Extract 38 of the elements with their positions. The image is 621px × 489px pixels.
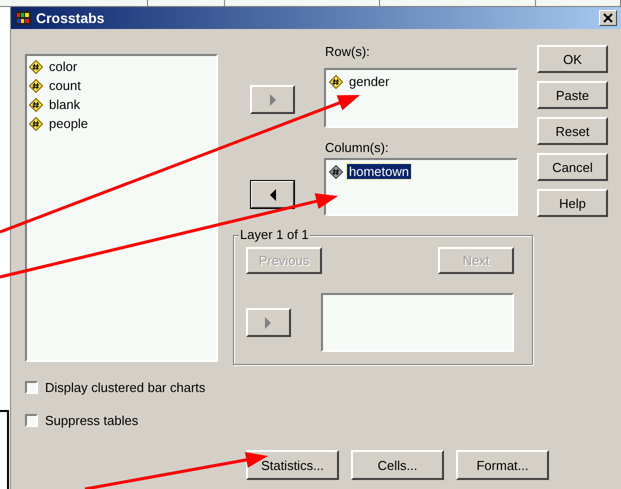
move-button[interactable] xyxy=(250,180,295,209)
columns-label: Column(s): xyxy=(325,139,390,157)
numeric-variable-icon xyxy=(29,98,43,112)
columns-list[interactable]: hometown xyxy=(324,158,518,216)
dialog-button[interactable]: OK xyxy=(537,45,608,73)
checkbox[interactable] xyxy=(25,414,38,427)
window-title: Crosstabs xyxy=(36,10,106,26)
left-triangle-icon xyxy=(268,188,276,200)
variable-name[interactable]: hometown xyxy=(347,164,411,179)
numeric-variable-icon xyxy=(329,74,343,88)
right-triangle-icon xyxy=(264,316,272,328)
dialog-button[interactable]: Statistics... xyxy=(246,450,339,480)
variable-name[interactable]: color xyxy=(47,59,80,74)
checkbox[interactable] xyxy=(25,381,38,394)
numeric-variable-icon xyxy=(329,164,343,178)
variable-list[interactable]: color count blank people xyxy=(25,54,218,362)
numeric-variable-icon xyxy=(29,116,43,130)
close-button[interactable] xyxy=(599,10,617,26)
checkbox-label: Suppress tables xyxy=(45,413,138,428)
app-icon xyxy=(15,11,31,25)
variable-name[interactable]: blank xyxy=(47,97,82,112)
right-triangle-icon xyxy=(268,94,276,106)
variable-name[interactable]: count xyxy=(47,78,83,93)
numeric-variable-icon xyxy=(29,60,43,74)
layer-list[interactable] xyxy=(320,293,514,352)
dialog-button[interactable]: Format... xyxy=(456,450,549,480)
dialog-button[interactable]: Cancel xyxy=(537,153,608,181)
variable-name[interactable]: people xyxy=(47,116,90,131)
variable-name[interactable]: gender xyxy=(347,74,392,89)
dialog-button[interactable]: Reset xyxy=(537,117,608,145)
numeric-variable-icon xyxy=(29,78,43,92)
rows-label: Row(s): xyxy=(325,43,371,61)
dialog-button[interactable]: Cells... xyxy=(351,450,444,480)
dialog-button[interactable]: Paste xyxy=(537,81,608,109)
checkbox-label: Display clustered bar charts xyxy=(45,380,206,395)
dialog-button[interactable]: Help xyxy=(537,189,608,217)
layer-title: Layer 1 of 1 xyxy=(239,227,310,242)
rows-list[interactable]: gender xyxy=(324,68,518,128)
